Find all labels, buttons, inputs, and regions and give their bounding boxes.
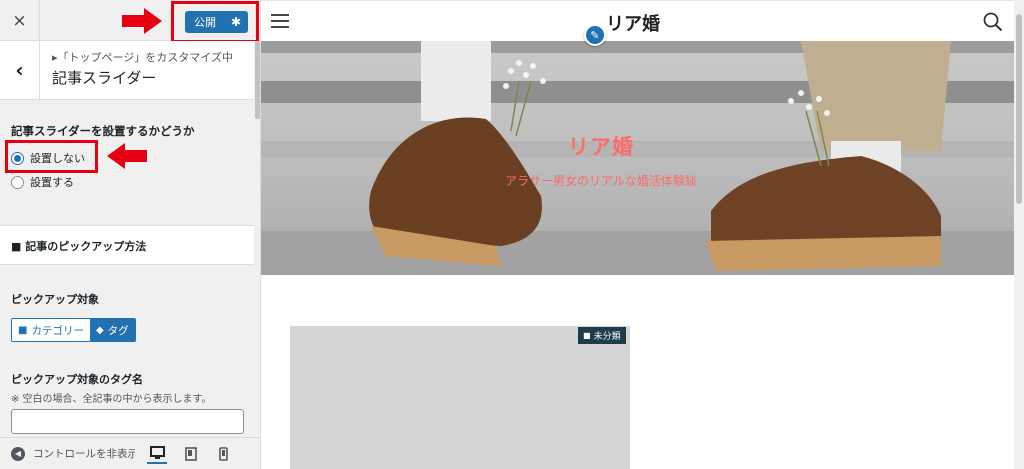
pickup-method-header: ■ 記事のピックアップ方法 [0, 226, 254, 265]
panel-scroll-thumb[interactable] [255, 41, 260, 119]
tablet-preview-button[interactable] [181, 444, 201, 464]
slider-control-label: 記事スライダーを設置するかどうか [11, 124, 195, 138]
hero-subtitle: アラサー男女のリアルな婚活体験談 [505, 174, 697, 188]
pickup-method-title: ■ 記事のピックアップ方法 [11, 240, 147, 253]
pickup-target-toggle: ■ カテゴリー ◆ タグ [11, 318, 136, 342]
tablet-icon [185, 447, 197, 461]
red-arrow-left-icon [107, 143, 147, 169]
close-icon: × [12, 10, 27, 31]
red-arrow-right-icon [122, 8, 162, 34]
pickup-category-button[interactable]: ■ カテゴリー [12, 319, 90, 341]
publish-highlight-box [171, 1, 259, 43]
post-card-thumbnail[interactable] [290, 326, 630, 469]
radio-label: 設置する [30, 176, 74, 189]
mobile-preview-button[interactable] [213, 444, 233, 464]
desktop-icon [149, 446, 165, 459]
category-badge-label: 未分類 [593, 332, 621, 342]
header-image: リア婚 アラサー男女のリアルな婚活体験談 [261, 41, 1014, 275]
mobile-icon [218, 447, 228, 461]
radio-highlight-box [5, 140, 98, 173]
search-icon[interactable] [983, 12, 1003, 32]
pickup-target-label: ピックアップ対象 [11, 293, 99, 306]
preview-scroll-thumb[interactable] [1016, 14, 1022, 204]
arrow-left-circle-icon: ◀ [11, 446, 25, 461]
tag-name-input[interactable] [11, 409, 244, 434]
hero-title: リア婚 [568, 135, 634, 159]
radio-button[interactable] [11, 175, 24, 189]
site-header: リア婚 [261, 0, 1014, 41]
pickup-tag-label: タグ [107, 324, 129, 337]
tag-name-description: ※ 空白の場合、全記事の中から表示します。 [11, 394, 212, 405]
folder-icon: ■ [583, 331, 591, 340]
folder-icon: ■ [18, 324, 28, 336]
breadcrumb: ▸「トップページ」をカスタマイズ中 [52, 51, 233, 64]
tag-icon: ◆ [95, 324, 104, 336]
tag-name-label: ピックアップ対象のタグ名 [11, 373, 143, 386]
radio-show-slider[interactable]: 設置する [11, 174, 74, 190]
collapse-label: コントロールを非表示 [33, 448, 135, 460]
section-header: ‹ ▸「トップページ」をカスタマイズ中 記事スライダー [0, 41, 254, 100]
site-preview: リア婚 ✎ リア婚 アラサー男女のリアルな婚活体験談 ■ 未分類 [261, 0, 1024, 469]
hamburger-menu-icon[interactable] [271, 14, 289, 28]
pickup-tag-button[interactable]: ◆ タグ [89, 319, 135, 341]
close-button[interactable]: × [0, 0, 40, 41]
back-button[interactable]: ‹ [0, 41, 40, 99]
section-title: 記事スライダー [52, 69, 157, 87]
chevron-left-icon: ‹ [15, 58, 24, 82]
collapse-controls-button[interactable]: ◀ コントロールを非表示 [11, 446, 135, 461]
preview-scrollbar[interactable] [1014, 0, 1024, 469]
category-badge[interactable]: ■ 未分類 [578, 327, 626, 344]
customizer-panel: × 公開 ✱ ‹ ▸「トップページ」をカスタマイズ中 記事スライダー 記事スライ… [0, 0, 261, 469]
pickup-category-label: カテゴリー [31, 324, 84, 337]
panel-footer: ◀ コントロールを非表示 [0, 437, 260, 469]
panel-scrollbar[interactable] [254, 41, 260, 436]
pencil-edit-icon[interactable]: ✎ [584, 24, 606, 46]
site-logo[interactable]: リア婚 [606, 10, 660, 36]
desktop-preview-button[interactable] [147, 444, 167, 464]
